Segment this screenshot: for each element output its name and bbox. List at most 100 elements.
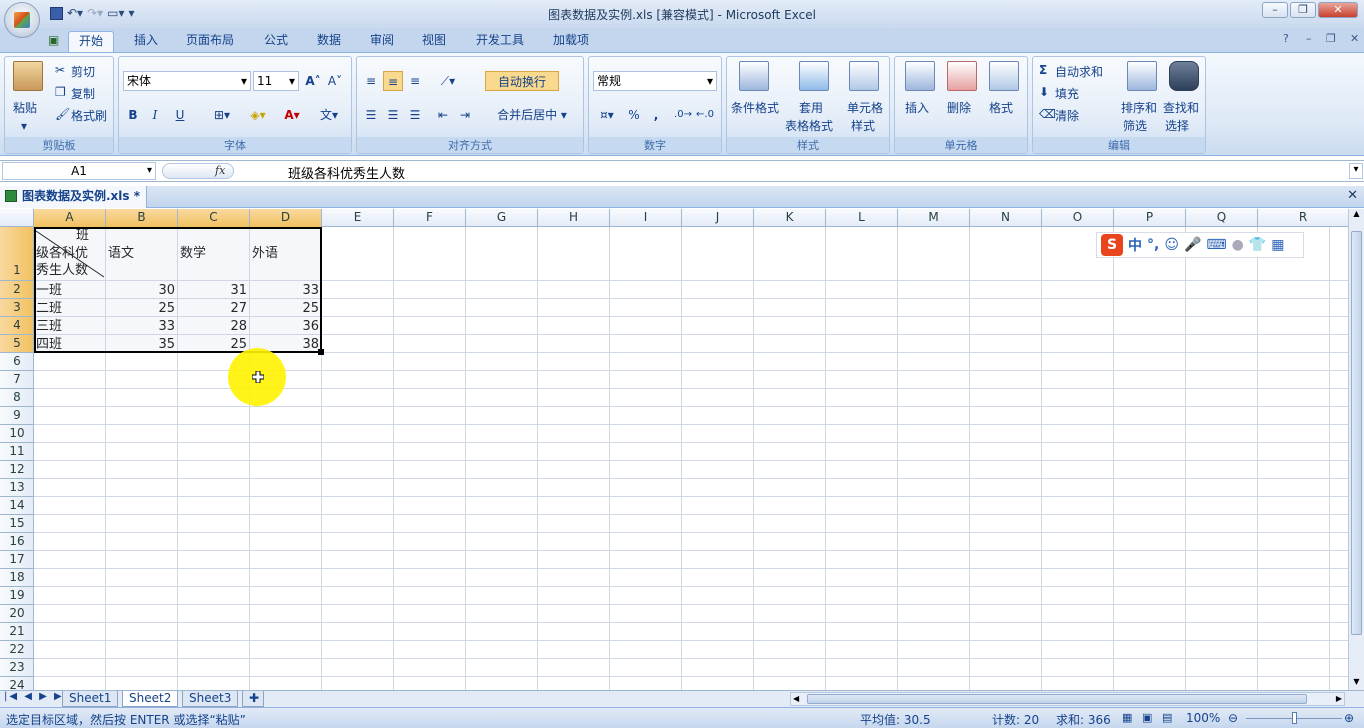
skin-icon[interactable]: 👕 [1249,237,1266,253]
borders-icon[interactable]: ⊞▾ [207,105,237,125]
find-select-icon[interactable] [1169,61,1199,91]
formula-content[interactable]: 班级各科优秀生人数 [288,163,405,182]
cut-button[interactable]: 剪切 [71,63,95,80]
col-header-R[interactable]: R [1258,209,1348,227]
align-top-icon[interactable]: ≡ [361,71,381,91]
col-header-B[interactable]: B [106,209,178,227]
tab-review[interactable]: 审阅 [360,31,404,52]
cell-styles-icon[interactable] [849,61,879,91]
conditional-format-icon[interactable] [739,61,769,91]
toolbox-icon[interactable]: ▦ [1271,237,1284,253]
autosum-button[interactable]: 自动求和 [1055,63,1103,80]
paste-icon[interactable] [13,61,43,91]
help-icon[interactable]: ? [1283,32,1289,45]
row-header-22[interactable]: 22 [0,641,33,659]
percent-button[interactable]: % [625,105,643,125]
find-select-label2[interactable]: 选择 [1165,117,1189,134]
phonetic-icon[interactable]: 文▾ [313,105,345,125]
expand-formula-icon[interactable]: ▾ [1349,163,1363,179]
font-size-select[interactable]: 11 ▾ [253,71,299,91]
customize-qat-icon[interactable]: ▾ [129,6,135,20]
col-header-D[interactable]: D [250,209,322,227]
sheet-nav-icons[interactable]: |◀ ◀ ▶ ▶| [4,691,69,702]
row-header-10[interactable]: 10 [0,425,33,443]
insert-function-icon[interactable]: fx [215,164,225,177]
row-header-17[interactable]: 17 [0,551,33,569]
format-as-table-icon[interactable] [799,61,829,91]
clear-button[interactable]: 清除 [1055,107,1079,124]
row-header-9[interactable]: 9 [0,407,33,425]
col-header-F[interactable]: F [394,209,466,227]
bold-button[interactable]: B [123,105,143,125]
col-header-N[interactable]: N [970,209,1042,227]
scroll-left-icon[interactable]: ◀ [793,693,799,705]
minimize-button[interactable]: – [1262,2,1288,18]
scroll-right-icon[interactable]: ▶ [1336,693,1342,705]
insert-sheet-icon[interactable]: ✚ [242,691,264,707]
office-button[interactable] [4,2,40,38]
doc-close-button[interactable]: ✕ [1350,32,1359,45]
paste-dropdown-icon[interactable]: ▾ [21,119,27,133]
delete-cells-icon[interactable] [947,61,977,91]
row-header-1[interactable]: 1 [0,227,33,281]
close-button[interactable]: ✕ [1318,2,1358,18]
shrink-font-icon[interactable]: A˅ [325,71,345,91]
col-header-G[interactable]: G [466,209,538,227]
underline-button[interactable]: U [169,105,191,125]
ime-mode-label[interactable]: 中 [1128,235,1142,255]
row-header-13[interactable]: 13 [0,479,33,497]
row-header-23[interactable]: 23 [0,659,33,677]
redo-icon[interactable]: ↷▾ [87,6,103,20]
col-header-L[interactable]: L [826,209,898,227]
zoom-in-icon[interactable]: ⊕ [1344,711,1354,725]
vertical-scrollbar[interactable]: ▲ ▼ [1348,209,1364,692]
name-box[interactable]: A1 ▾ [2,162,156,180]
row-header-20[interactable]: 20 [0,605,33,623]
format-cells-icon[interactable] [989,61,1019,91]
zoom-level[interactable]: 100% [1186,711,1220,725]
conditional-format-button[interactable]: 条件格式 [731,99,779,116]
row-header-11[interactable]: 11 [0,443,33,461]
paste-button[interactable]: 粘贴 [13,99,37,116]
restore-button[interactable]: ❐ [1290,2,1316,18]
keyboard-icon[interactable]: ⌨ [1206,237,1226,253]
zoom-out-icon[interactable]: ⊖ [1228,711,1238,725]
format-cells-button[interactable]: 格式 [989,99,1013,116]
grow-font-icon[interactable]: A˄ [303,71,323,91]
increase-indent-icon[interactable]: ⇥ [455,105,475,125]
document-tab[interactable]: 图表数据及实例.xls * [0,186,148,208]
voice-icon[interactable]: 🎤 [1184,237,1201,253]
col-header-K[interactable]: K [754,209,826,227]
sort-filter-icon[interactable] [1127,61,1157,91]
comma-button[interactable]: , [647,105,665,125]
align-center-icon[interactable]: ☰ [383,105,403,125]
fill-button[interactable]: 填充 [1055,85,1079,102]
print-preview-icon[interactable]: ▭▾ [107,6,124,20]
align-right-icon[interactable]: ☰ [405,105,425,125]
zoom-slider-thumb[interactable] [1292,712,1297,724]
tab-page-layout[interactable]: 页面布局 [176,31,244,52]
row-header-21[interactable]: 21 [0,623,33,641]
align-bottom-icon[interactable]: ≡ [405,71,425,91]
format-as-table-label2[interactable]: 表格格式 [785,117,833,134]
col-header-H[interactable]: H [538,209,610,227]
find-select-label1[interactable]: 查找和 [1163,99,1199,116]
col-header-I[interactable]: I [610,209,682,227]
tab-home[interactable]: 开始 [68,31,115,52]
save-icon[interactable] [50,6,63,20]
row-header-12[interactable]: 12 [0,461,33,479]
align-left-icon[interactable]: ☰ [361,105,381,125]
font-name-select[interactable]: 宋体 ▾ [123,71,251,91]
row-header-2[interactable]: 2 [0,281,33,299]
row-header-14[interactable]: 14 [0,497,33,515]
select-all-corner[interactable] [0,209,34,227]
row-header-15[interactable]: 15 [0,515,33,533]
insert-cells-icon[interactable] [905,61,935,91]
tab-developer[interactable]: 开发工具 [466,31,534,52]
copy-icon[interactable]: ❐ [55,85,66,99]
tab-insert[interactable]: 插入 [124,31,168,52]
scroll-down-icon[interactable]: ▼ [1350,677,1363,691]
sort-filter-label2[interactable]: 筛选 [1123,117,1147,134]
selection-range[interactable] [34,227,322,353]
insert-cells-button[interactable]: 插入 [905,99,929,116]
